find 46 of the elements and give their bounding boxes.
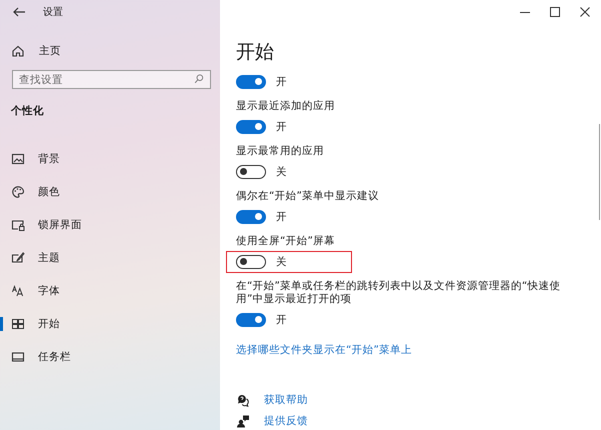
toggle-switch[interactable]	[236, 210, 266, 224]
back-arrow-icon	[11, 5, 25, 19]
person-feedback-icon	[236, 414, 250, 428]
toggle-switch[interactable]	[236, 165, 266, 179]
chat-help-icon	[236, 393, 250, 407]
setting-label: 偶尔在“开始”菜单中显示建议	[236, 190, 380, 203]
setting-label: 在“开始”菜单或任务栏的跳转列表中以及文件资源管理器的“快速使用”中显示最近打开的项	[236, 280, 562, 306]
toggle-state: 开	[276, 75, 287, 89]
folders-link[interactable]: 选择哪些文件夹显示在“开始”菜单上	[236, 343, 412, 357]
taskbar-icon	[11, 350, 25, 364]
toggle-switch[interactable]	[236, 313, 266, 327]
window-title: 设置	[43, 6, 63, 19]
nav-item[interactable]: 字体	[0, 274, 220, 307]
toggle-switch[interactable]	[236, 75, 266, 89]
image-icon	[11, 152, 25, 166]
toggle-state: 关	[276, 255, 287, 269]
toggle-switch[interactable]	[236, 120, 266, 134]
nav-item[interactable]: 开始	[0, 307, 220, 340]
help-link[interactable]: 获取帮助	[264, 393, 308, 407]
section-heading: 个性化	[10, 104, 45, 119]
nav-item[interactable]: 颜色	[0, 175, 220, 208]
setting-label: 显示最常用的应用	[236, 145, 325, 158]
brush-icon	[11, 250, 25, 264]
setting-label: 使用全屏“开始”屏幕	[236, 235, 336, 248]
toggle-state: 开	[276, 210, 287, 224]
nav-item[interactable]: 背景	[0, 142, 220, 175]
palette-icon	[11, 184, 25, 198]
font-icon	[11, 284, 25, 298]
page-title: 开始	[236, 40, 275, 64]
toggle-state: 开	[276, 313, 287, 327]
nav-item[interactable]: 锁屏界面	[0, 208, 220, 241]
nav-item[interactable]: 任务栏	[0, 340, 220, 373]
search-icon	[193, 73, 205, 85]
search-field[interactable]: 查找设置	[12, 70, 211, 89]
monitor-lock-icon	[11, 218, 25, 232]
close-icon	[578, 5, 592, 19]
grid-icon	[11, 316, 25, 330]
toggle-state: 关	[276, 165, 287, 179]
home-nav-item[interactable]: 主页	[0, 43, 220, 59]
toggle-state: 开	[276, 120, 287, 134]
toggle-switch[interactable]	[236, 255, 266, 269]
home-icon	[11, 44, 25, 58]
feedback-link[interactable]: 提供反馈	[264, 414, 308, 428]
setting-label: 显示最近添加的应用	[236, 100, 336, 113]
nav-item[interactable]: 主题	[0, 241, 220, 274]
maximize-icon	[548, 5, 562, 19]
